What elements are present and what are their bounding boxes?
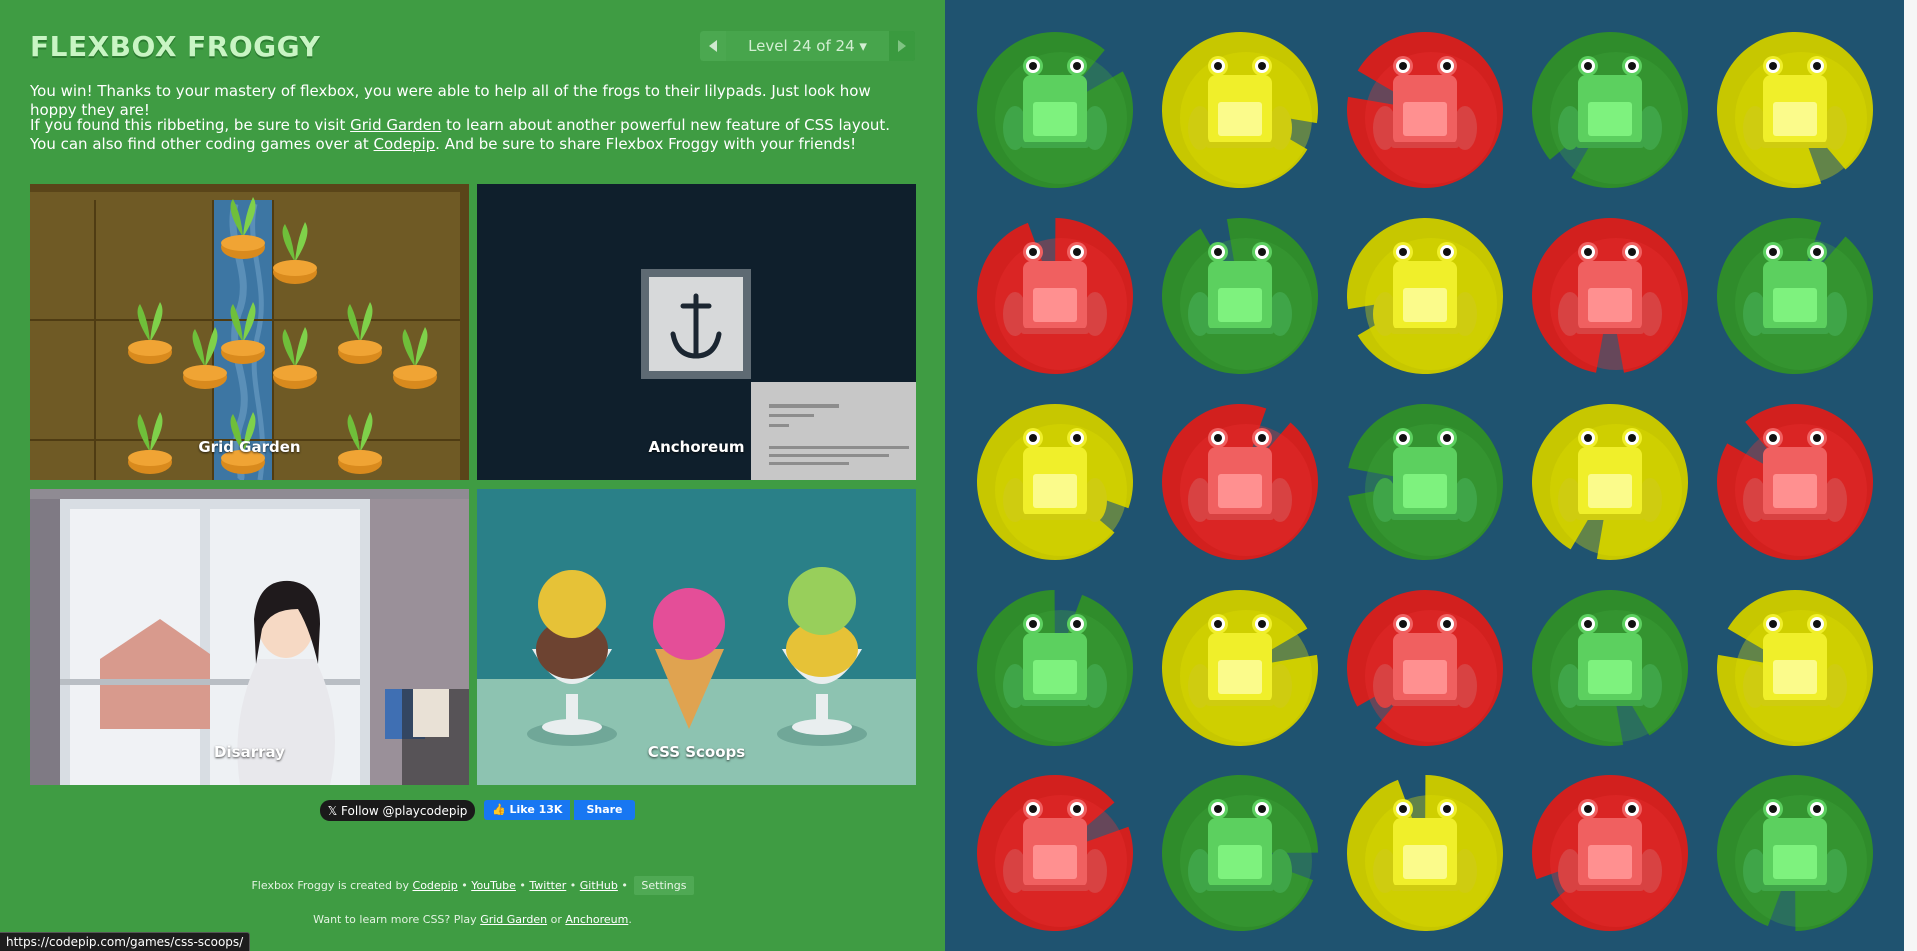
lilypad-yellow: [1717, 589, 1873, 746]
arrow-right-icon: [898, 40, 906, 52]
previous-level-button[interactable]: [700, 31, 726, 61]
lilypad-red: [1347, 32, 1503, 189]
lilypad-green: [1162, 775, 1318, 931]
grid-garden-label: Grid Garden: [198, 438, 301, 456]
grid-garden-thumbnail: [30, 184, 469, 480]
separator: •: [457, 879, 472, 892]
lilypad-red: [1717, 404, 1873, 561]
credits: Flexbox Froggy is created by Codepip • Y…: [0, 876, 945, 895]
page-title: FLEXBOX FROGGY: [30, 30, 321, 63]
youtube-link[interactable]: YouTube: [471, 879, 516, 892]
codepip-link[interactable]: Codepip: [374, 135, 436, 153]
disarray-label: Disarray: [214, 743, 285, 761]
disarray-thumbnail: [30, 489, 469, 785]
github-link[interactable]: GitHub: [580, 879, 618, 892]
more-css-line: Want to learn more CSS? Play Grid Garden…: [0, 913, 945, 926]
scrollbar[interactable]: [1904, 0, 1917, 951]
disarray-card[interactable]: Disarray: [30, 489, 469, 785]
lilypad-red: [1347, 590, 1503, 747]
twitter-link[interactable]: Twitter: [529, 879, 566, 892]
css-scoops-label: CSS Scoops: [647, 743, 746, 761]
facebook-like-button[interactable]: 👍 Like 13K: [484, 800, 571, 820]
separator: •: [515, 879, 530, 892]
level-navigation: Level 24 of 24 ▾: [700, 31, 915, 61]
more-css-grid-garden-link[interactable]: Grid Garden: [480, 913, 547, 926]
credits-codepip-link[interactable]: Codepip: [413, 879, 458, 892]
anchoreum-card[interactable]: Anchoreum: [477, 184, 916, 480]
anchoreum-thumbnail: [477, 184, 916, 480]
credits-prefix: Flexbox Froggy is created by: [251, 879, 413, 892]
lilypad-green: [1717, 218, 1873, 374]
grid-garden-card[interactable]: Grid Garden: [30, 184, 469, 480]
lilypad-yellow: [1532, 403, 1688, 560]
lilypad-red: [977, 775, 1133, 931]
visit-text-1: If you found this ribbeting, be sure to …: [30, 116, 351, 134]
lilypad-red: [1532, 774, 1688, 931]
more-css-prefix: Want to learn more CSS? Play: [313, 913, 481, 926]
sidebar: FLEXBOX FROGGY Level 24 of 24 ▾ You win!…: [0, 0, 945, 951]
more-css-or: or: [547, 913, 566, 926]
lilypad-green: [1532, 590, 1688, 746]
lilypad-green: [1348, 403, 1503, 560]
anchoreum-label: Anchoreum: [648, 438, 745, 456]
separator: •: [617, 879, 632, 892]
lilypad-green: [977, 32, 1133, 189]
status-bar-url: https://codepip.com/games/css-scoops/: [0, 932, 251, 951]
level-indicator[interactable]: Level 24 of 24 ▾: [726, 31, 889, 61]
lilypad-yellow: [1717, 32, 1873, 189]
lilypad-red: [1532, 217, 1688, 373]
more-css-suffix: .: [628, 913, 632, 926]
separator: •: [566, 879, 580, 892]
css-scoops-card[interactable]: CSS Scoops: [477, 489, 916, 785]
visit-text-3: . And be sure to share Flexbox Froggy wi…: [435, 135, 857, 153]
lilypad-green: [1716, 775, 1873, 931]
x-follow-button[interactable]: 𝕏 Follow @playcodepip: [320, 800, 475, 821]
next-level-button[interactable]: [889, 31, 915, 61]
lilypad-yellow: [1162, 589, 1318, 746]
settings-button[interactable]: Settings: [634, 876, 694, 895]
arrow-left-icon: [709, 40, 717, 52]
pond-board: [977, 32, 1873, 932]
grid-garden-link[interactable]: Grid Garden: [350, 116, 441, 134]
lilypad-red: [1162, 404, 1318, 561]
lilypad-green: [1162, 218, 1318, 374]
facebook-share-button[interactable]: Share: [574, 800, 635, 820]
visit-message: If you found this ribbeting, be sure to …: [30, 116, 920, 154]
more-css-anchoreum-link[interactable]: Anchoreum: [565, 913, 628, 926]
lilypad-green: [1532, 32, 1689, 189]
facebook-buttons: 👍 Like 13K Share: [484, 800, 635, 820]
win-message: You win! Thanks to your mastery of flexb…: [30, 82, 871, 119]
pond: [945, 0, 1917, 951]
lilypad-yellow: [1162, 32, 1318, 189]
lilypad-green: [977, 590, 1133, 746]
css-scoops-thumbnail: [477, 489, 916, 785]
lilypad-red: [977, 218, 1133, 374]
lilypad-yellow: [1347, 775, 1504, 932]
lilypad-yellow: [1347, 217, 1503, 374]
lilypad-yellow: [977, 403, 1133, 560]
